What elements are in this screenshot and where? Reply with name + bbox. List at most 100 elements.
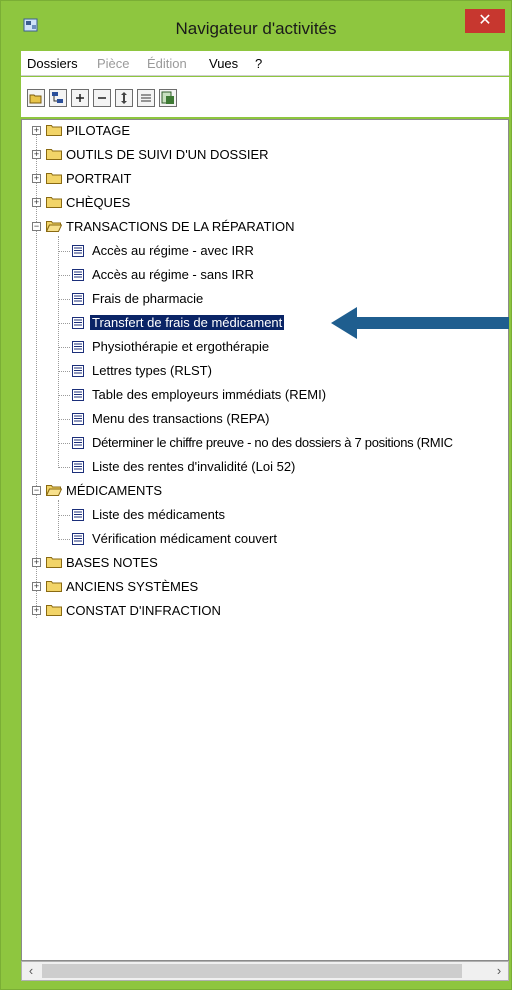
tree-node-label: ANCIENS SYSTÈMES	[66, 579, 199, 594]
tree-node-medicaments[interactable]: − MÉDICAMENTS	[30, 482, 500, 500]
move-button[interactable]	[115, 89, 133, 107]
tree-connector	[58, 323, 70, 324]
document-icon	[72, 413, 84, 425]
tree-node-pilotage[interactable]: + PILOTAGE	[30, 122, 500, 140]
tree-node-outils[interactable]: + OUTILS DE SUIVI D'UN DOSSIER	[30, 146, 500, 164]
expand-toggle[interactable]: +	[32, 150, 41, 159]
list-icon	[141, 94, 151, 102]
tree-leaf[interactable]: Accès au régime - avec IRR	[70, 242, 500, 260]
tree-node-label: OUTILS DE SUIVI D'UN DOSSIER	[66, 147, 269, 162]
expand-toggle[interactable]: +	[32, 558, 41, 567]
list-button[interactable]	[137, 89, 155, 107]
folder-icon	[46, 581, 62, 592]
tree-connector	[58, 395, 70, 396]
toolbar	[21, 77, 509, 117]
open-folder-icon	[46, 485, 62, 496]
open-folder-button[interactable]	[27, 89, 45, 107]
tree-leaf-label: Frais de pharmacie	[92, 291, 204, 306]
tree-leaf[interactable]: Accès au régime - sans IRR	[70, 266, 500, 284]
tree-connector	[58, 539, 70, 540]
horizontal-scrollbar[interactable]: ‹ ›	[21, 961, 509, 981]
open-folder-icon	[29, 94, 42, 104]
tree-leaf[interactable]: Menu des transactions (REPA)	[70, 410, 500, 428]
tree-leaf[interactable]: Lettres types (RLST)	[70, 362, 500, 380]
tree-leaf-label: Transfert de frais de médicament	[88, 314, 286, 331]
collapse-toggle[interactable]: −	[32, 486, 41, 495]
folder-icon	[46, 149, 62, 160]
menu-bar: Dossiers Pièce Édition Vues ?	[21, 51, 509, 76]
tree-leaf-label: Physiothérapie et ergothérapie	[92, 339, 270, 354]
tree-node-transactions[interactable]: − TRANSACTIONS DE LA RÉPARATION	[30, 218, 500, 236]
window-title: Navigateur d'activités	[175, 19, 337, 38]
open-folder-icon	[46, 221, 62, 232]
document-icon	[72, 269, 84, 281]
tree-leaf[interactable]: Vérification médicament couvert	[70, 530, 500, 548]
tree-connector	[58, 515, 70, 516]
tree-leaf-label: Liste des médicaments	[92, 507, 225, 522]
collapse-toggle[interactable]: −	[32, 222, 41, 231]
tree-view-button[interactable]	[49, 89, 67, 107]
folder-icon	[46, 605, 62, 616]
tree-node-label: PORTRAIT	[66, 171, 132, 186]
document-icon	[72, 437, 84, 449]
tree-leaf-label: Lettres types (RLST)	[92, 363, 212, 378]
pointer-arrow-icon	[331, 307, 509, 339]
tree-leaf-label: Vérification médicament couvert	[92, 531, 277, 546]
title-bar[interactable]: Navigateur d'activités ✕	[1, 1, 511, 41]
tree-connector	[58, 275, 70, 276]
tree-leaf-label: Accès au régime - sans IRR	[92, 267, 254, 282]
expand-toggle[interactable]: +	[32, 582, 41, 591]
tree-leaf-label: Table des employeurs immédiats (REMI)	[92, 387, 327, 402]
tree-node-constat[interactable]: + CONSTAT D'INFRACTION	[30, 602, 500, 620]
expand-button[interactable]	[71, 89, 89, 107]
tree-node-label: MÉDICAMENTS	[66, 483, 163, 498]
expand-toggle[interactable]: +	[32, 606, 41, 615]
menu-dossiers[interactable]: Dossiers	[27, 56, 78, 71]
tree-node-bases-notes[interactable]: + BASES NOTES	[30, 554, 500, 572]
tree-node-portrait[interactable]: + PORTRAIT	[30, 170, 500, 188]
menu-edition[interactable]: Édition	[147, 56, 187, 71]
tree-leaf[interactable]: Liste des médicaments	[70, 506, 500, 524]
tree-node-anciens-systemes[interactable]: + ANCIENS SYSTÈMES	[30, 578, 500, 596]
folder-icon	[46, 197, 62, 208]
document-icon	[72, 461, 84, 473]
document-icon	[72, 509, 84, 521]
tree-view[interactable]: + PILOTAGE + OUTILS DE SUIVI D'UN DOSSIE…	[21, 119, 509, 961]
tree-connector	[58, 371, 70, 372]
tree-node-cheques[interactable]: + CHÈQUES	[30, 194, 500, 212]
document-icon	[72, 533, 84, 545]
menu-help[interactable]: ?	[255, 56, 262, 71]
tree-view-icon	[52, 92, 63, 103]
tree-node-label: CHÈQUES	[66, 195, 131, 210]
tree-leaf-label: Accès au régime - avec IRR	[92, 243, 254, 258]
scroll-right-button[interactable]: ›	[491, 963, 507, 979]
export-button[interactable]	[159, 89, 177, 107]
tree-node-label: BASES NOTES	[66, 555, 158, 570]
tree-connector	[58, 299, 70, 300]
tree-leaf[interactable]: Déterminer le chiffre preuve - no des do…	[70, 434, 500, 452]
document-icon	[72, 389, 84, 401]
expand-toggle[interactable]: +	[32, 198, 41, 207]
expand-toggle[interactable]: +	[32, 174, 41, 183]
document-icon	[72, 365, 84, 377]
tree-connector	[58, 347, 70, 348]
close-button[interactable]: ✕	[465, 9, 505, 33]
collapse-minus-icon	[98, 97, 106, 99]
tree-leaf[interactable]: Table des employeurs immédiats (REMI)	[70, 386, 500, 404]
tree-connector	[58, 251, 70, 252]
tree-connector	[58, 443, 70, 444]
menu-piece[interactable]: Pièce	[97, 56, 130, 71]
document-icon	[72, 341, 84, 353]
scroll-thumb[interactable]	[42, 964, 462, 978]
folder-icon	[46, 125, 62, 136]
tree-connector	[58, 419, 70, 420]
collapse-button[interactable]	[93, 89, 111, 107]
tree-leaf[interactable]: Liste des rentes d'invalidité (Loi 52)	[70, 458, 500, 476]
menu-vues[interactable]: Vues	[209, 56, 238, 71]
tree-node-label: PILOTAGE	[66, 123, 131, 138]
expand-toggle[interactable]: +	[32, 126, 41, 135]
tree-node-label: CONSTAT D'INFRACTION	[66, 603, 221, 618]
tree-leaf-label: Liste des rentes d'invalidité (Loi 52)	[92, 459, 296, 474]
scroll-left-button[interactable]: ‹	[23, 963, 39, 979]
tree-leaf-label: Menu des transactions (REPA)	[92, 411, 270, 426]
